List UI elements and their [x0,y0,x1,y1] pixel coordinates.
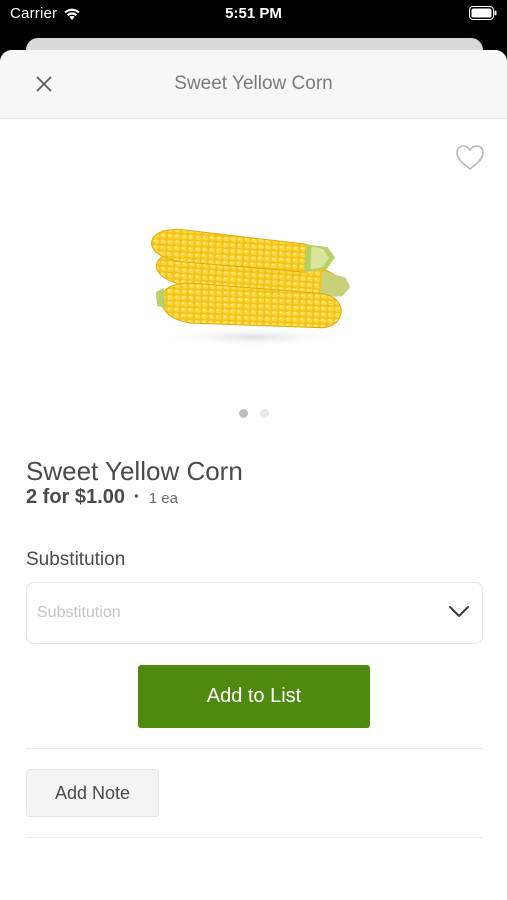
substitution-placeholder: Substitution [37,604,121,621]
price-separator: · [133,486,141,508]
favorite-heart-icon[interactable] [455,144,485,172]
status-bar: Carrier 5:51 PM [0,0,507,30]
chevron-down-icon [449,606,469,617]
add-to-list-button[interactable]: Add to List [138,665,370,728]
substitution-dropdown[interactable]: Substitution [26,582,483,644]
price-row: 2 for $1.00 · 1 ea [26,486,178,509]
corn-image [151,229,351,347]
pager-dot-2[interactable] [259,409,269,418]
sheet-title: Sweet Yellow Corn [174,73,333,94]
product-detail-sheet: Sweet Yellow Corn Sweet Yellow Corn 2 fo… [0,50,507,900]
product-price: 2 for $1.00 [26,486,125,508]
product-name: Sweet Yellow Corn [26,456,243,486]
battery-icon [469,6,497,20]
divider-top [26,748,483,749]
clock: 5:51 PM [225,5,282,22]
pager-dot-1[interactable] [238,409,248,418]
sheet-header: Sweet Yellow Corn [0,50,507,119]
divider-bottom [26,837,483,838]
image-pager [0,409,507,418]
product-unit: 1 ea [148,490,178,507]
add-note-button[interactable]: Add Note [26,769,159,817]
substitution-label: Substitution [26,549,126,570]
